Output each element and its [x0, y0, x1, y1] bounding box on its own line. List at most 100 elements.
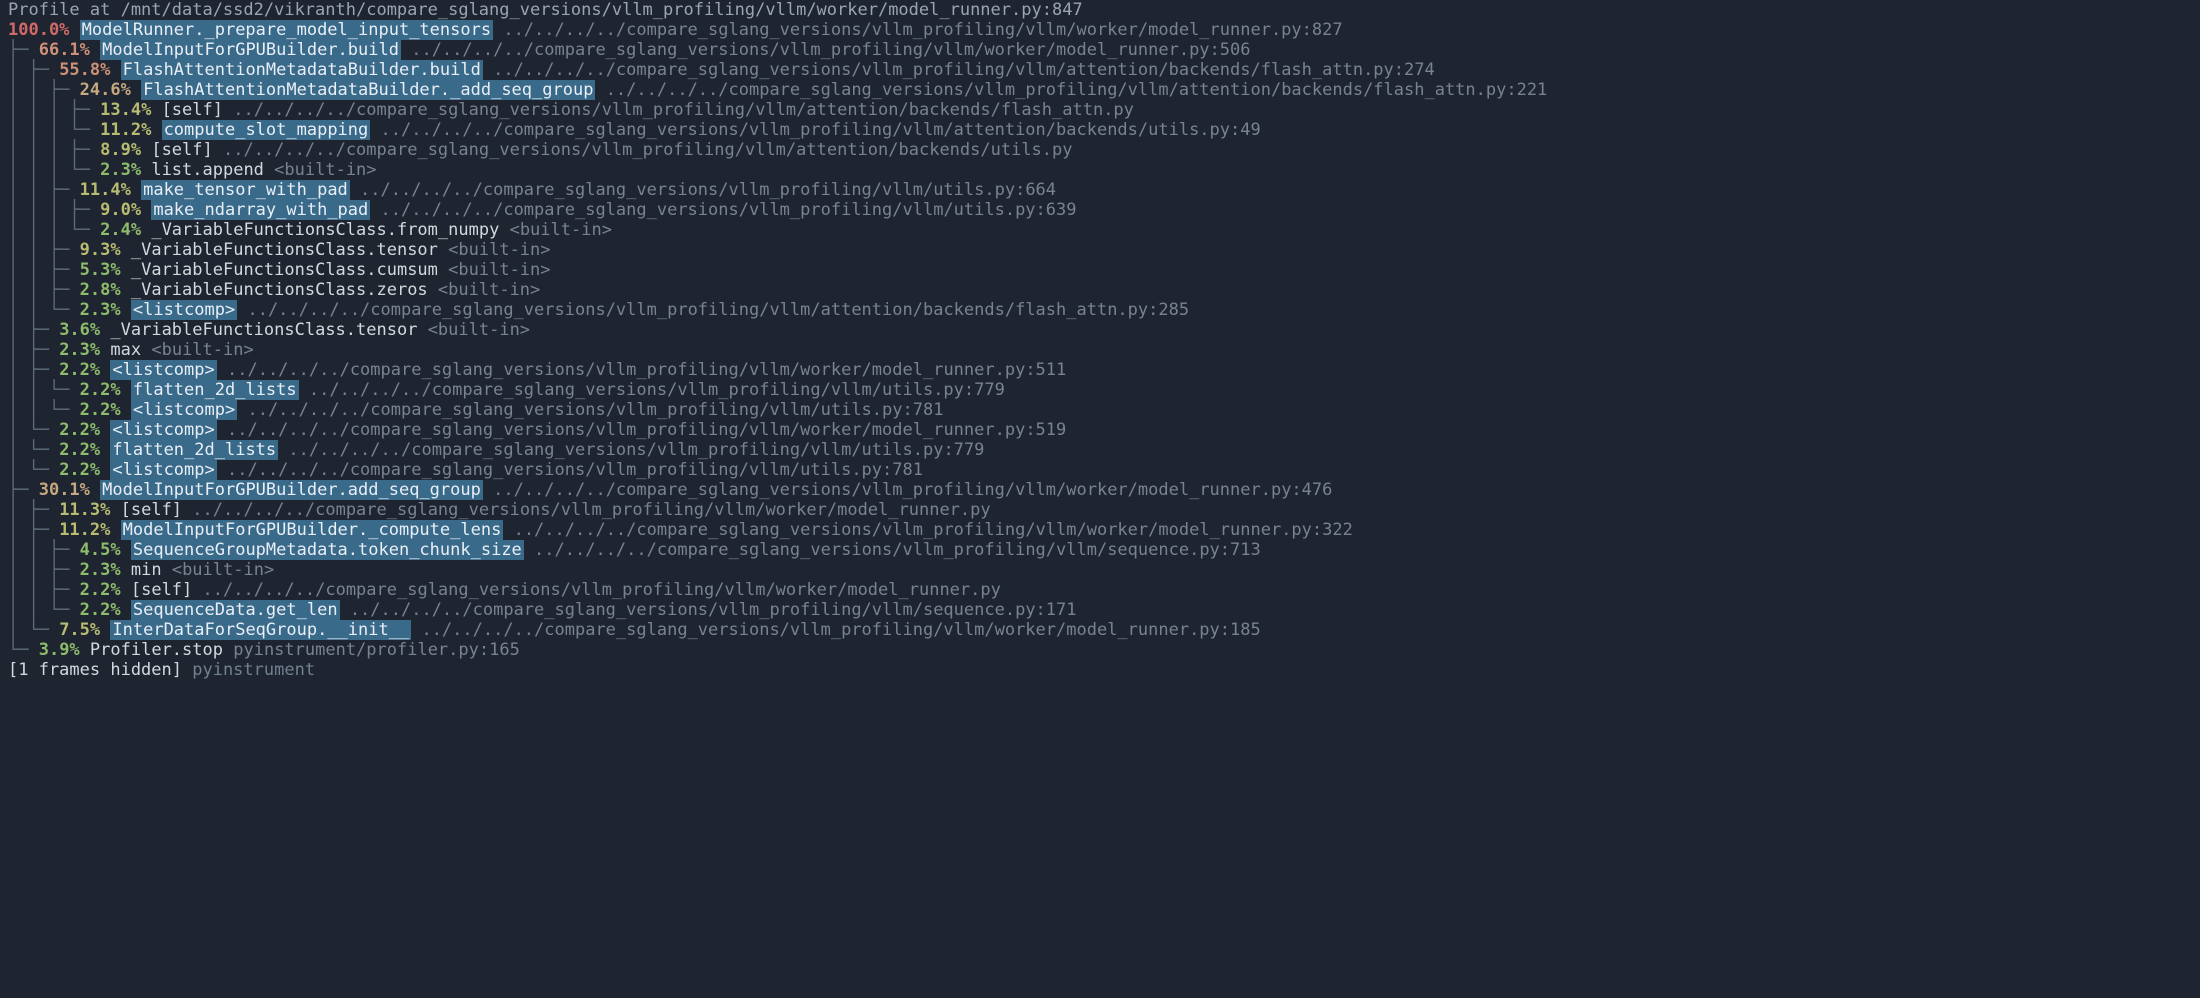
call-tree-row: │ │ ├─ 4.5% SequenceGroupMetadata.token_… — [8, 540, 2192, 560]
source-path: ../../../../compare_sglang_versions/vllm… — [411, 40, 1250, 60]
function-name: FlashAttentionMetadataBuilder._add_seq_g… — [141, 80, 595, 100]
call-tree-row: │ │ │ ├─ 8.9% [self] ../../../../compare… — [8, 140, 2192, 160]
function-name: make_tensor_with_pad — [141, 180, 350, 200]
call-tree-row: │ │ ├─ 11.4% make_tensor_with_pad ../../… — [8, 180, 2192, 200]
call-tree-row: │ ├─ 2.3% max <built-in> — [8, 340, 2192, 360]
tree-prefix: │ │ │ ├─ — [8, 100, 100, 120]
function-name: ModelInputForGPUBuilder.build — [100, 40, 401, 60]
call-tree-row: │ ├─ 55.8% FlashAttentionMetadataBuilder… — [8, 60, 2192, 80]
call-tree-row: │ │ ├─ 2.2% [self] ../../../../compare_s… — [8, 580, 2192, 600]
percentage: 2.2% — [80, 400, 121, 420]
function-name: _VariableFunctionsClass.tensor — [131, 240, 438, 260]
call-tree: 100.0% ModelRunner._prepare_model_input_… — [8, 20, 2192, 660]
percentage: 3.9% — [39, 640, 80, 660]
source-path: ../../../../compare_sglang_versions/vllm… — [360, 180, 1056, 200]
tree-prefix: └─ — [8, 640, 39, 660]
percentage: 2.3% — [59, 340, 100, 360]
call-tree-row: │ │ └─ 2.2% SequenceData.get_len ../../.… — [8, 600, 2192, 620]
call-tree-row: └─ 3.9% Profiler.stop pyinstrument/profi… — [8, 640, 2192, 660]
profile-header: Profile at /mnt/data/ssd2/vikranth/compa… — [8, 0, 2192, 20]
tree-prefix: │ │ └─ — [8, 380, 80, 400]
function-name: FlashAttentionMetadataBuilder.build — [121, 60, 483, 80]
percentage: 2.2% — [80, 600, 121, 620]
tree-prefix: │ │ └─ — [8, 600, 80, 620]
source-path: ../../../../compare_sglang_versions/vllm… — [247, 400, 943, 420]
source-path: pyinstrument/profiler.py:165 — [233, 640, 520, 660]
tree-prefix: │ │ │ └─ — [8, 220, 100, 240]
tree-prefix: │ │ ├─ — [8, 540, 80, 560]
call-tree-row: │ ├─ 3.6% _VariableFunctionsClass.tensor… — [8, 320, 2192, 340]
function-name: flatten_2d_lists — [131, 380, 299, 400]
percentage: 11.2% — [59, 520, 110, 540]
function-name: SequenceData.get_len — [131, 600, 340, 620]
tree-prefix: │ ├─ — [8, 360, 59, 380]
percentage: 4.5% — [80, 540, 121, 560]
call-tree-row: 100.0% ModelRunner._prepare_model_input_… — [8, 20, 2192, 40]
tree-prefix: │ └─ — [8, 460, 59, 480]
call-tree-row: ├─ 66.1% ModelInputForGPUBuilder.build .… — [8, 40, 2192, 60]
function-name: [self] — [131, 580, 192, 600]
call-tree-row: │ │ └─ 2.2% <listcomp> ../../../../compa… — [8, 400, 2192, 420]
function-name: [self] — [162, 100, 223, 120]
function-name: <listcomp> — [131, 400, 237, 420]
call-tree-row: │ ├─ 11.3% [self] ../../../../compare_sg… — [8, 500, 2192, 520]
call-tree-row: │ │ ├─ 2.3% min <built-in> — [8, 560, 2192, 580]
call-tree-row: │ │ ├─ 5.3% _VariableFunctionsClass.cums… — [8, 260, 2192, 280]
percentage: 11.3% — [59, 500, 110, 520]
source-path: ../../../../compare_sglang_versions/vllm… — [223, 140, 1073, 160]
percentage: 2.2% — [59, 360, 100, 380]
percentage: 5.3% — [80, 260, 121, 280]
tree-prefix: │ │ ├─ — [8, 280, 80, 300]
percentage: 2.2% — [59, 420, 100, 440]
percentage: 2.3% — [80, 560, 121, 580]
call-tree-row: │ │ │ └─ 2.4% _VariableFunctionsClass.fr… — [8, 220, 2192, 240]
function-name: _VariableFunctionsClass.cumsum — [131, 260, 438, 280]
percentage: 13.4% — [100, 100, 151, 120]
source-path: <built-in> — [151, 340, 253, 360]
source-path: <built-in> — [448, 260, 550, 280]
percentage: 2.4% — [100, 220, 141, 240]
call-tree-row: │ ├─ 2.2% <listcomp> ../../../../compare… — [8, 360, 2192, 380]
function-name: flatten_2d_lists — [110, 440, 278, 460]
source-path: ../../../../compare_sglang_versions/vllm… — [227, 420, 1066, 440]
call-tree-row: │ │ │ └─ 11.2% compute_slot_mapping ../.… — [8, 120, 2192, 140]
call-tree-row: │ │ ├─ 24.6% FlashAttentionMetadataBuild… — [8, 80, 2192, 100]
tree-prefix: │ ├─ — [8, 520, 59, 540]
source-path: ../../../../compare_sglang_versions/vllm… — [247, 300, 1189, 320]
function-name: make_ndarray_with_pad — [151, 200, 370, 220]
source-path: ../../../../compare_sglang_versions/vllm… — [227, 460, 923, 480]
source-path: ../../../../compare_sglang_versions/vllm… — [606, 80, 1548, 100]
call-tree-row: │ │ └─ 2.3% <listcomp> ../../../../compa… — [8, 300, 2192, 320]
source-path: ../../../../compare_sglang_versions/vllm… — [493, 60, 1435, 80]
call-tree-row: │ └─ 2.2% <listcomp> ../../../../compare… — [8, 460, 2192, 480]
source-path: ../../../../compare_sglang_versions/vllm… — [493, 480, 1332, 500]
source-path: <built-in> — [172, 560, 274, 580]
call-tree-row: │ └─ 2.2% flatten_2d_lists ../../../../c… — [8, 440, 2192, 460]
tree-prefix: │ │ ├─ — [8, 80, 80, 100]
function-name: InterDataForSeqGroup.__init__ — [110, 620, 411, 640]
function-name: <listcomp> — [110, 460, 216, 480]
tree-prefix: │ │ ├─ — [8, 580, 80, 600]
function-name: ModelInputForGPUBuilder._compute_lens — [121, 520, 504, 540]
call-tree-row: │ │ ├─ 9.3% _VariableFunctionsClass.tens… — [8, 240, 2192, 260]
source-path: ../../../../compare_sglang_versions/vllm… — [350, 600, 1077, 620]
percentage: 8.9% — [100, 140, 141, 160]
percentage: 2.2% — [59, 460, 100, 480]
source-path: ../../../../compare_sglang_versions/vllm… — [503, 20, 1342, 40]
tree-prefix: │ └─ — [8, 420, 59, 440]
call-tree-row: ├─ 30.1% ModelInputForGPUBuilder.add_seq… — [8, 480, 2192, 500]
call-tree-row: │ └─ 2.2% <listcomp> ../../../../compare… — [8, 420, 2192, 440]
source-path: ../../../../compare_sglang_versions/vllm… — [381, 120, 1261, 140]
percentage: 3.6% — [59, 320, 100, 340]
percentage: 66.1% — [39, 40, 90, 60]
percentage: 2.2% — [80, 580, 121, 600]
percentage: 2.3% — [100, 160, 141, 180]
function-name: <listcomp> — [110, 360, 216, 380]
tree-prefix: │ │ └─ — [8, 400, 80, 420]
tree-prefix: │ │ ├─ — [8, 240, 80, 260]
percentage: 2.2% — [59, 440, 100, 460]
frames-hidden-text: [1 frames hidden] — [8, 660, 182, 680]
percentage: 9.0% — [100, 200, 141, 220]
function-name: max — [110, 340, 141, 360]
percentage: 11.2% — [100, 120, 151, 140]
